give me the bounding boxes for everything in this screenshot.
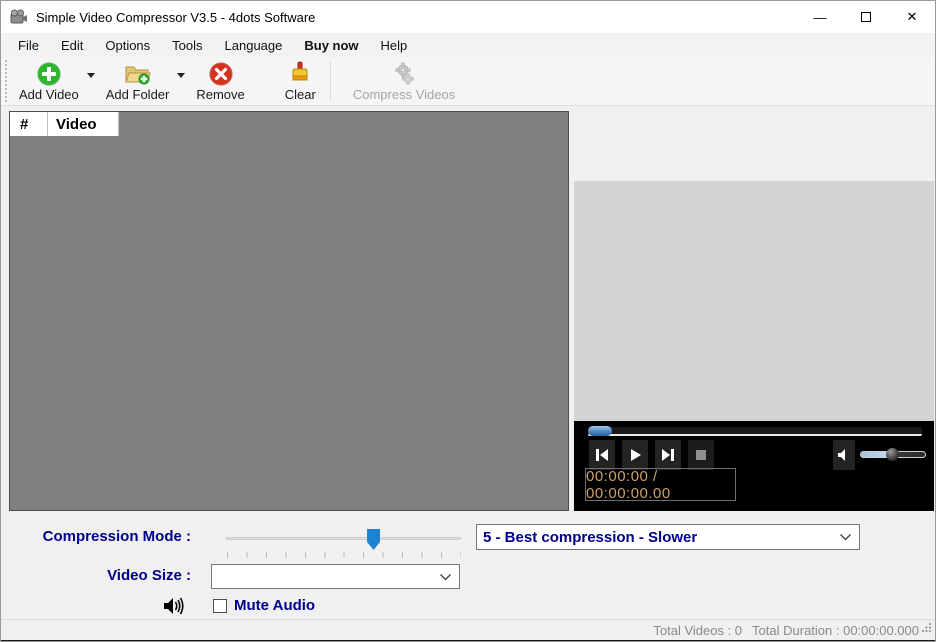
menu-options[interactable]: Options <box>94 35 161 56</box>
remove-icon <box>208 60 234 87</box>
menu-language[interactable]: Language <box>214 35 294 56</box>
compression-mode-select[interactable]: 5 - Best compression - Slower <box>476 524 860 550</box>
seek-bar[interactable] <box>588 427 922 436</box>
compression-mode-value: 5 - Best compression - Slower <box>483 529 697 546</box>
menu-file[interactable]: File <box>7 35 50 56</box>
stop-button[interactable] <box>688 440 714 470</box>
app-window: Simple Video Compressor V3.5 - 4dots Sof… <box>0 0 936 642</box>
compression-slider-thumb[interactable] <box>367 529 380 550</box>
compression-slider-ticks <box>227 552 461 558</box>
clear-label: Clear <box>285 87 316 102</box>
add-folder-button[interactable]: Add Folder <box>98 57 178 105</box>
maximize-icon <box>861 12 871 22</box>
speaker-waves-icon <box>163 596 189 621</box>
compress-videos-button[interactable]: Compress Videos <box>337 57 471 105</box>
play-icon <box>628 448 642 462</box>
volume-slider-thumb[interactable] <box>886 448 899 461</box>
compress-videos-icon <box>391 60 417 87</box>
column-header-video[interactable]: Video <box>48 112 119 136</box>
volume-button[interactable] <box>833 440 855 470</box>
add-video-icon <box>36 60 62 87</box>
video-size-label: Video Size : <box>1 567 191 584</box>
seek-thumb[interactable] <box>588 426 612 436</box>
compression-slider-track[interactable] <box>226 537 461 540</box>
toolbar-separator <box>330 61 331 101</box>
video-list-header: # Video <box>10 112 568 136</box>
total-duration-status: Total Duration : 00:00:00.000 <box>752 623 919 638</box>
mute-audio-label: Mute Audio <box>234 597 315 614</box>
skip-to-start-icon <box>594 448 610 462</box>
volume-slider[interactable] <box>860 451 926 458</box>
menu-bar: File Edit Options Tools Language Buy now… <box>1 33 935 57</box>
skip-to-end-button[interactable] <box>655 440 681 470</box>
play-button[interactable] <box>622 440 648 470</box>
add-video-label: Add Video <box>19 87 79 102</box>
chevron-down-icon <box>839 533 852 541</box>
menu-help[interactable]: Help <box>370 35 419 56</box>
clear-button[interactable]: Clear <box>277 57 324 105</box>
time-display: 00:00:00 / 00:00:00.00 <box>585 468 736 501</box>
close-button[interactable]: ✕ <box>889 1 935 33</box>
column-header-number[interactable]: # <box>10 112 48 136</box>
video-player-panel: 00:00:00 / 00:00:00.00 <box>574 421 934 511</box>
menu-buy-now[interactable]: Buy now <box>293 35 369 56</box>
toolbar: Add Video Add Folder <box>1 57 935 106</box>
app-icon <box>10 9 28 25</box>
compression-mode-label: Compression Mode : <box>1 528 191 545</box>
compression-slider[interactable] <box>226 529 461 557</box>
skip-to-end-icon <box>660 448 676 462</box>
settings-panel: Compression Mode : 5 - Best compression … <box>1 513 935 619</box>
video-size-select[interactable] <box>211 564 460 589</box>
menu-edit[interactable]: Edit <box>50 35 94 56</box>
mute-audio-checkbox[interactable] <box>213 599 227 613</box>
resize-grip-icon[interactable] <box>921 620 932 638</box>
video-preview-area <box>574 181 934 421</box>
title-bar: Simple Video Compressor V3.5 - 4dots Sof… <box>1 1 935 33</box>
skip-to-start-button[interactable] <box>589 440 615 470</box>
add-video-button[interactable]: Add Video <box>11 57 87 105</box>
clear-icon <box>288 60 312 87</box>
remove-label: Remove <box>196 87 244 102</box>
window-title: Simple Video Compressor V3.5 - 4dots Sof… <box>36 10 315 25</box>
transport-controls <box>589 440 714 470</box>
menu-tools[interactable]: Tools <box>161 35 213 56</box>
add-video-dropdown-icon[interactable] <box>87 73 95 78</box>
remove-button[interactable]: Remove <box>188 57 252 105</box>
add-folder-label: Add Folder <box>106 87 170 102</box>
stop-icon <box>695 449 707 461</box>
video-list[interactable]: # Video <box>9 111 569 511</box>
speaker-icon <box>837 448 851 462</box>
add-folder-dropdown-icon[interactable] <box>177 73 185 78</box>
minimize-button[interactable]: — <box>797 1 843 33</box>
chevron-down-icon <box>439 573 452 581</box>
maximize-button[interactable] <box>843 1 889 33</box>
status-bar: Total Videos : 0 Total Duration : 00:00:… <box>1 619 935 640</box>
toolbar-grip[interactable] <box>3 60 9 102</box>
total-videos-status: Total Videos : 0 <box>653 623 742 638</box>
compress-videos-label: Compress Videos <box>353 87 455 102</box>
add-folder-icon <box>124 60 151 87</box>
window-controls: — ✕ <box>797 1 935 33</box>
